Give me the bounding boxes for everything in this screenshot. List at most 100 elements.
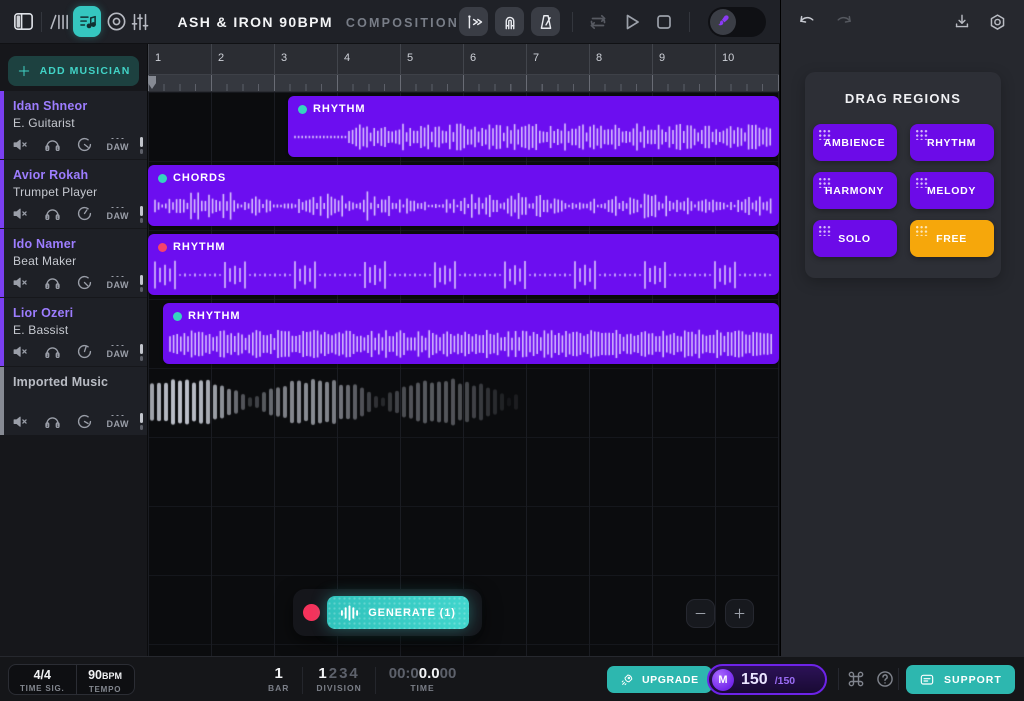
autoscroll-toggle-icon[interactable] — [459, 7, 488, 36]
arrangement-view-icon[interactable] — [47, 9, 71, 35]
audio-region[interactable]: CHORDS — [148, 165, 779, 226]
bar-number: 9 — [652, 44, 715, 74]
record-disc-icon[interactable] — [104, 9, 128, 35]
divider — [898, 668, 899, 690]
brush-mode-toggle[interactable] — [708, 7, 766, 37]
record-dot[interactable] — [303, 604, 320, 621]
musician-card[interactable]: Avior Rokah Trumpet Player DAW — [0, 160, 147, 228]
playhead-marker[interactable] — [148, 76, 156, 89]
musician-name: Ido Namer — [13, 237, 76, 251]
zoom-out-button[interactable] — [686, 599, 715, 628]
drag-region-free[interactable]: FREE — [910, 220, 994, 257]
settings-gear-icon[interactable] — [987, 12, 1008, 33]
drag-region-solo[interactable]: SOLO — [813, 220, 897, 257]
undo-icon[interactable] — [797, 12, 818, 33]
help-icon[interactable] — [875, 669, 895, 689]
daw-export-icon[interactable]: DAW — [106, 275, 129, 290]
level-knob-icon[interactable] — [75, 204, 94, 223]
musician-name: Avior Rokah — [13, 168, 88, 182]
generate-button[interactable]: GENERATE (1) — [327, 596, 469, 629]
musicians-sidebar: ADD MUSICIAN Idan Shneor E. Guitarist DA… — [0, 44, 147, 656]
shortcuts-command-icon[interactable] — [846, 669, 866, 689]
drag-regions-card: DRAG REGIONS AMBIENCE RHYTHM HARMONY MEL… — [805, 72, 1001, 278]
daw-export-icon[interactable]: DAW — [106, 414, 129, 429]
sidebar-toggle-icon[interactable] — [12, 9, 36, 35]
region-waveform — [153, 258, 774, 292]
loop-toggle-icon[interactable] — [585, 9, 611, 35]
drag-regions-title: DRAG REGIONS — [805, 91, 1001, 106]
musician-card[interactable]: Idan Shneor E. Guitarist DAW — [0, 91, 147, 159]
bar-number: 8 — [589, 44, 652, 74]
status-bar: 4/4 TIME SIG. 90BPM TEMPO 1 BAR 1234 DIV… — [0, 656, 1024, 701]
ruler-ticks[interactable] — [148, 75, 779, 91]
drag-regions-grid: AMBIENCE RHYTHM HARMONY MELODY SOLO FREE — [805, 124, 1001, 257]
drag-region-melody[interactable]: MELODY — [910, 172, 994, 209]
musician-name: Imported Music — [13, 375, 108, 389]
zoom-in-button[interactable] — [725, 599, 754, 628]
time-signature[interactable]: 4/4 TIME SIG. — [9, 665, 76, 694]
generate-label: GENERATE (1) — [368, 607, 456, 619]
bar-readout: 1 BAR — [268, 665, 289, 693]
level-knob-icon[interactable] — [75, 342, 94, 361]
drag-region-ambience[interactable]: AMBIENCE — [813, 124, 897, 161]
musician-role: Beat Maker — [13, 254, 76, 268]
daw-export-icon[interactable]: DAW — [106, 206, 129, 221]
drag-region-rhythm[interactable]: RHYTHM — [910, 124, 994, 161]
play-button-icon[interactable] — [618, 9, 644, 35]
region-dot — [158, 243, 167, 252]
divider — [41, 12, 42, 32]
tempo[interactable]: 90BPM TEMPO — [76, 665, 134, 694]
drag-handle-icon[interactable] — [140, 344, 143, 361]
timesig-tempo-pill[interactable]: 4/4 TIME SIG. 90BPM TEMPO — [8, 664, 135, 695]
support-button[interactable]: SUPPORT — [906, 665, 1015, 694]
audio-region[interactable]: RHYTHM — [163, 303, 779, 364]
timeline-tracks[interactable]: RHYTHM CHORDS RHYTHM RHYTHM — [148, 92, 779, 656]
musician-role: Trumpet Player — [13, 185, 97, 199]
bar-numbers: 12345678910 — [148, 44, 779, 75]
upgrade-button[interactable]: UPGRADE — [607, 666, 712, 693]
mute-icon[interactable] — [11, 342, 30, 361]
drag-handle-icon[interactable] — [140, 275, 143, 292]
credits-badge[interactable]: M 150 /150 — [707, 664, 827, 695]
drag-handle-icon[interactable] — [140, 137, 143, 154]
mute-icon[interactable] — [11, 273, 30, 292]
level-knob-icon[interactable] — [75, 412, 94, 431]
score-view-icon[interactable] — [73, 6, 101, 37]
drag-handle-icon[interactable] — [140, 413, 143, 430]
solo-headphones-icon[interactable] — [43, 342, 62, 361]
solo-headphones-icon[interactable] — [43, 412, 62, 431]
download-icon[interactable] — [952, 12, 972, 32]
add-musician-button[interactable]: ADD MUSICIAN — [8, 56, 139, 86]
solo-headphones-icon[interactable] — [43, 204, 62, 223]
musician-card[interactable]: Imported Music DAW — [0, 367, 147, 435]
drag-region-harmony[interactable]: HARMONY — [813, 172, 897, 209]
track-color-stripe — [0, 229, 4, 297]
snap-magnet-toggle-icon[interactable] — [495, 7, 524, 36]
musician-card[interactable]: Ido Namer Beat Maker DAW — [0, 229, 147, 297]
drag-handle-icon[interactable] — [140, 206, 143, 223]
redo-icon[interactable] — [833, 12, 854, 33]
metronome-toggle-icon[interactable] — [531, 7, 560, 36]
musician-card[interactable]: Lior Ozeri E. Bassist DAW — [0, 298, 147, 366]
imported-audio-waveform[interactable] — [148, 376, 523, 428]
time-readout: 00:00.000 TIME — [389, 665, 457, 693]
mute-icon[interactable] — [11, 412, 30, 431]
region-waveform — [293, 120, 774, 154]
daw-export-icon[interactable]: DAW — [106, 137, 129, 152]
timeline-ruler[interactable]: 12345678910 — [148, 44, 779, 92]
daw-export-icon[interactable]: DAW — [106, 344, 129, 359]
audio-region[interactable]: RHYTHM — [288, 96, 779, 157]
solo-headphones-icon[interactable] — [43, 273, 62, 292]
view-subtitle: COMPOSITION — [346, 16, 459, 30]
level-knob-icon[interactable] — [75, 135, 94, 154]
mute-icon[interactable] — [11, 204, 30, 223]
track-color-stripe — [0, 367, 4, 435]
stop-button-icon[interactable] — [651, 9, 677, 35]
region-waveform — [168, 327, 774, 361]
audio-region[interactable]: RHYTHM — [148, 234, 779, 295]
level-knob-icon[interactable] — [75, 273, 94, 292]
divider — [838, 668, 839, 690]
mute-icon[interactable] — [11, 135, 30, 154]
solo-headphones-icon[interactable] — [43, 135, 62, 154]
mixer-icon[interactable] — [128, 9, 152, 35]
